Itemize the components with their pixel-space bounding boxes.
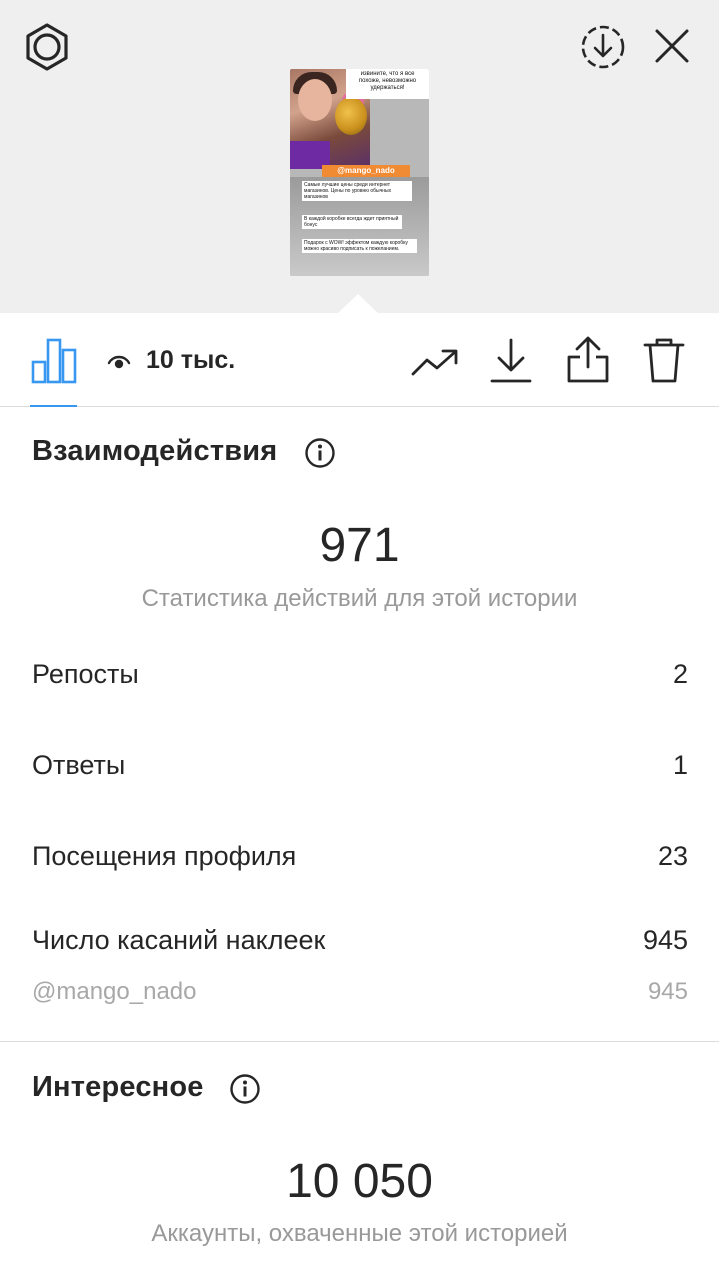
reposts-value: 2 xyxy=(672,659,688,689)
active-tab-indicator xyxy=(30,405,77,407)
gear-icon[interactable] xyxy=(22,22,72,72)
close-icon[interactable] xyxy=(650,24,694,68)
story-text-line: Самые лучшие цены среди интернет магазин… xyxy=(302,181,412,201)
download-circle-icon[interactable] xyxy=(578,22,628,72)
sticker-mention-label[interactable]: @mango_nado xyxy=(32,978,196,1006)
preview-pointer xyxy=(337,294,379,314)
profile-visits-label: Посещения профиля xyxy=(32,841,297,871)
interactions-title: Взаимодействия xyxy=(32,435,278,467)
story-preview-area: извините, что я все похоже, невозможно у… xyxy=(0,0,719,313)
story-text-card: извините, что я все похоже, невозможно у… xyxy=(346,69,429,99)
reach-subtitle: Аккаунты, охваченные этой историей xyxy=(151,1220,568,1247)
interactions-total: 971 xyxy=(319,519,400,572)
story-toolbar: 10 тыс. xyxy=(0,313,719,407)
story-thumbnail[interactable]: извините, что я все похоже, невозможно у… xyxy=(290,69,429,276)
sticker-taps-value: 945 xyxy=(642,925,688,955)
info-icon[interactable] xyxy=(304,437,336,474)
story-mention-tag: @mango_nado xyxy=(322,165,410,177)
story-text-line: В каждой коробке всегда ждет приятный бо… xyxy=(302,215,402,229)
interactions-subtitle: Статистика действий для этой истории xyxy=(141,585,578,612)
replies-label: Ответы xyxy=(32,750,126,780)
discovery-title: Интересное xyxy=(32,1071,204,1103)
eye-icon xyxy=(107,352,131,370)
views-count: 10 тыс. xyxy=(146,346,236,374)
download-icon[interactable] xyxy=(490,337,532,385)
reposts-label: Репосты xyxy=(32,659,139,689)
trend-up-icon[interactable] xyxy=(410,346,460,380)
reach-total: 10 050 xyxy=(286,1155,433,1208)
info-icon[interactable] xyxy=(229,1073,261,1110)
story-text-line: Подарок с WOW! эффектом каждую коробку м… xyxy=(302,239,417,253)
bar-chart-icon[interactable] xyxy=(31,336,77,384)
section-divider xyxy=(0,1041,719,1042)
sticker-taps-label: Число касаний наклеек xyxy=(32,925,326,955)
trash-icon[interactable] xyxy=(642,336,686,384)
profile-visits-value: 23 xyxy=(657,841,688,871)
share-icon[interactable] xyxy=(565,335,611,385)
replies-value: 1 xyxy=(672,750,688,780)
sticker-mention-value: 945 xyxy=(647,978,688,1005)
